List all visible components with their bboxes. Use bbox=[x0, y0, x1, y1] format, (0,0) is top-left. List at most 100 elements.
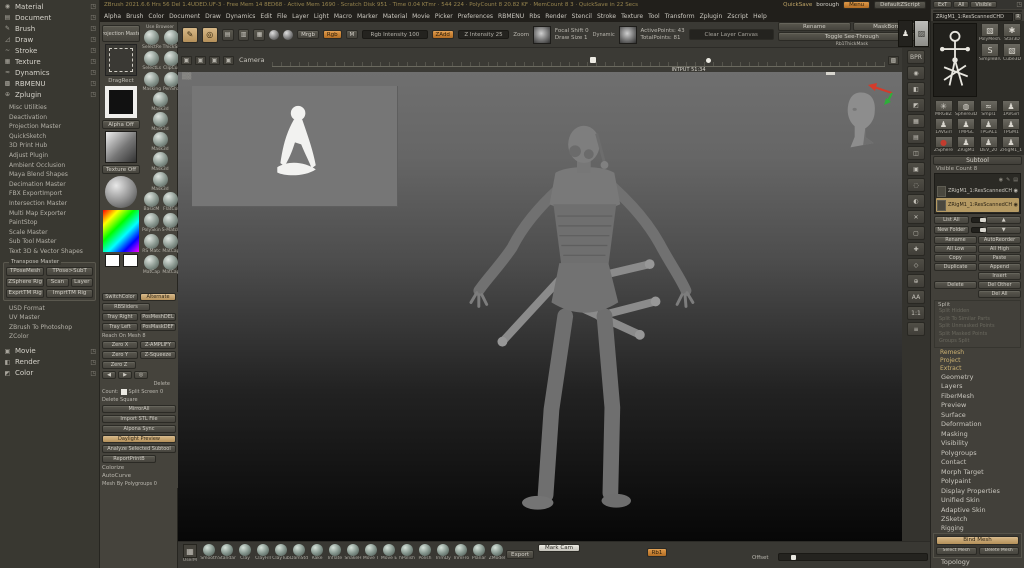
brush-slot[interactable]: Rake bbox=[308, 544, 326, 561]
material-thumbnail[interactable]: PolySkin bbox=[142, 213, 161, 233]
quick-pick-tool[interactable]: ✱ Star3D bbox=[1002, 23, 1022, 42]
alpha-off-button[interactable]: Alpha Off bbox=[102, 120, 140, 129]
material-thumbnail[interactable]: FlatCol bbox=[163, 192, 179, 212]
brush-slot[interactable]: ZModel bbox=[488, 544, 506, 561]
pen-icon[interactable]: ▤ bbox=[1013, 177, 1018, 183]
zplugin-item[interactable]: Ambient Occlusion bbox=[9, 161, 99, 171]
subtool-subsection-header[interactable]: Extract bbox=[931, 365, 1024, 373]
zoom-label[interactable]: Zoom bbox=[513, 32, 529, 38]
quick-brush-thumbnail[interactable]: SelectLs bbox=[142, 51, 161, 71]
quick-pick-tool[interactable]: ♟ TPGAL1 bbox=[978, 118, 999, 135]
palette-row[interactable]: ⊕ Zplugin ◳ bbox=[0, 89, 99, 100]
mask-brush-thumbnail[interactable]: Mask3d bbox=[151, 172, 169, 192]
zplugin-item[interactable]: Deactivation bbox=[9, 113, 99, 123]
subtool-section-header[interactable]: Subtool bbox=[933, 156, 1022, 165]
tool-r-button[interactable]: R bbox=[1014, 13, 1022, 21]
bind-mesh-button[interactable]: Bind Mesh bbox=[936, 535, 1019, 545]
menu-item[interactable]: Alpha bbox=[104, 13, 121, 20]
camera-icon[interactable]: ▣ bbox=[223, 55, 234, 65]
zplugin-item[interactable]: Adjust Plugin bbox=[9, 151, 99, 161]
palette-row[interactable]: ◉ Material ◳ bbox=[0, 1, 99, 12]
tool-section-header[interactable]: Geometry bbox=[931, 373, 1024, 383]
quick-brush-thumbnail[interactable]: Masking bbox=[143, 72, 161, 92]
material-thumbnail[interactable]: RS Matc bbox=[142, 234, 161, 254]
tool-section-header[interactable]: Unified Skin bbox=[931, 496, 1024, 506]
right-shelf-icon[interactable]: ◐ bbox=[907, 194, 925, 208]
delete-mesh-button[interactable]: Delete Mesh bbox=[978, 546, 1019, 555]
palette-row[interactable]: ◧ Render ◳ bbox=[0, 357, 99, 368]
scan-button[interactable]: Scan bbox=[46, 277, 69, 287]
quick-pick-tool[interactable]: ● ZSphere bbox=[933, 136, 954, 153]
zplugin-item[interactable]: Decimation Master bbox=[9, 180, 99, 190]
rename-button[interactable]: Rename bbox=[777, 22, 851, 31]
brush-icon[interactable]: ✎ bbox=[1006, 177, 1010, 183]
dock-icon[interactable]: ◳ bbox=[90, 14, 96, 21]
subtool-action-button[interactable]: All High bbox=[978, 245, 1021, 253]
new-folder-button[interactable]: New Folder bbox=[934, 226, 969, 234]
palette-row[interactable]: ▤ Document ◳ bbox=[0, 12, 99, 23]
quick-pick-tool[interactable]: ♟ ZRigM1_1 bbox=[1000, 136, 1022, 153]
menu-item[interactable]: Help bbox=[753, 13, 767, 20]
dock-icon[interactable]: ◳ bbox=[90, 348, 96, 355]
import-stl-button[interactable]: Import STL File bbox=[102, 415, 176, 423]
dock-icon[interactable]: ◳ bbox=[90, 47, 96, 54]
gyro-icon[interactable]: ◎ bbox=[201, 26, 218, 43]
right-shelf-icon[interactable]: AA bbox=[907, 290, 925, 304]
material-thumbnail[interactable]: MatCap bbox=[143, 255, 160, 275]
brush-slot[interactable]: hPolish bbox=[398, 544, 416, 561]
alternate-button[interactable]: Alternate bbox=[140, 293, 176, 301]
tab-all[interactable]: All bbox=[953, 1, 970, 8]
dock-icon[interactable]: ◳ bbox=[90, 80, 96, 87]
quick-brush-thumbnail[interactable]: ClipCur bbox=[163, 51, 179, 71]
posmesh-del-button[interactable]: PosMeshDEL bbox=[140, 313, 176, 321]
menu-item[interactable]: Color bbox=[148, 13, 164, 20]
right-shelf-icon[interactable]: ◧ bbox=[907, 82, 925, 96]
brush-slot[interactable]: Move E bbox=[380, 544, 398, 561]
menu-item[interactable]: Texture bbox=[621, 13, 643, 20]
current-tool-thumbnail[interactable]: ♟ bbox=[898, 20, 913, 47]
quick-pick-tool[interactable]: ♟ TPGM1 bbox=[1000, 118, 1022, 135]
alpha-preview-thumbnail[interactable] bbox=[618, 25, 637, 44]
quick-pick-tool[interactable]: ♟ DEV_20 bbox=[978, 136, 999, 153]
active-tool-thumbnail[interactable] bbox=[933, 23, 977, 97]
dock-icon[interactable]: ◳ bbox=[90, 370, 96, 377]
menu-item[interactable]: Macro bbox=[334, 13, 352, 20]
right-shelf-icon[interactable]: 1:1 bbox=[907, 306, 925, 320]
palette-row[interactable]: ~ Stroke ◳ bbox=[0, 45, 99, 56]
z-intensity-slider[interactable]: Z Intensity 25 bbox=[457, 30, 510, 39]
palette-row[interactable]: ◿ Draw ◳ bbox=[0, 34, 99, 45]
palette-row[interactable]: ▩ RBMENU ◳ bbox=[0, 78, 99, 89]
zplugin-item[interactable]: FBX ExportImport bbox=[9, 189, 99, 199]
menu-item[interactable]: Stroke bbox=[597, 13, 616, 20]
eye-icon[interactable]: ◉ bbox=[1014, 202, 1018, 208]
axis-gizmo[interactable] bbox=[866, 80, 898, 106]
brush-slot[interactable]: ClayFill bbox=[254, 544, 272, 561]
timeline-marker[interactable] bbox=[705, 58, 711, 63]
menu-item[interactable]: Zplugin bbox=[700, 13, 723, 20]
current-stroke-thumbnail[interactable] bbox=[105, 44, 137, 76]
tool-section-header[interactable]: Display Properties bbox=[931, 487, 1024, 497]
color-ball-icon[interactable] bbox=[283, 29, 294, 40]
subtool-action-button[interactable]: All Low bbox=[934, 245, 977, 253]
right-shelf-icon[interactable]: ✚ bbox=[907, 242, 925, 256]
exprt-tm-rig-button[interactable]: ExprtTM Rig bbox=[6, 288, 45, 298]
lightbox-tools-button[interactable]: Lightbox▸Tools bbox=[933, 10, 1022, 12]
timeline-marker[interactable] bbox=[589, 57, 596, 63]
projection-master-button[interactable]: Projection Master bbox=[102, 25, 140, 42]
material-ball-icon[interactable] bbox=[269, 29, 280, 40]
menu-item[interactable]: Layer bbox=[292, 13, 309, 20]
right-shelf-icon[interactable]: ▣ bbox=[907, 162, 925, 176]
right-shelf-icon[interactable]: ◇ bbox=[907, 258, 925, 272]
brush-preview-thumbnail[interactable] bbox=[533, 25, 551, 44]
mirror-all-button[interactable]: MirrorAll bbox=[102, 405, 176, 413]
tool-section-header[interactable]: FiberMesh bbox=[931, 392, 1024, 402]
list-all-toggle[interactable] bbox=[970, 217, 986, 223]
zplugin-item[interactable]: Text 3D & Vector Shapes bbox=[9, 247, 99, 257]
material-thumbnail[interactable]: MatCap bbox=[162, 234, 179, 254]
report-print-button[interactable]: ReportPrintB bbox=[102, 455, 156, 463]
tool-section-header[interactable]: Contact bbox=[931, 458, 1024, 468]
right-shelf-icon[interactable]: BPR bbox=[907, 50, 925, 64]
subtool-subsection-header[interactable]: Project bbox=[931, 357, 1024, 365]
menu-item[interactable]: Zscript bbox=[727, 13, 748, 20]
secondary-tool-thumbnail[interactable]: ▨ bbox=[914, 20, 929, 47]
